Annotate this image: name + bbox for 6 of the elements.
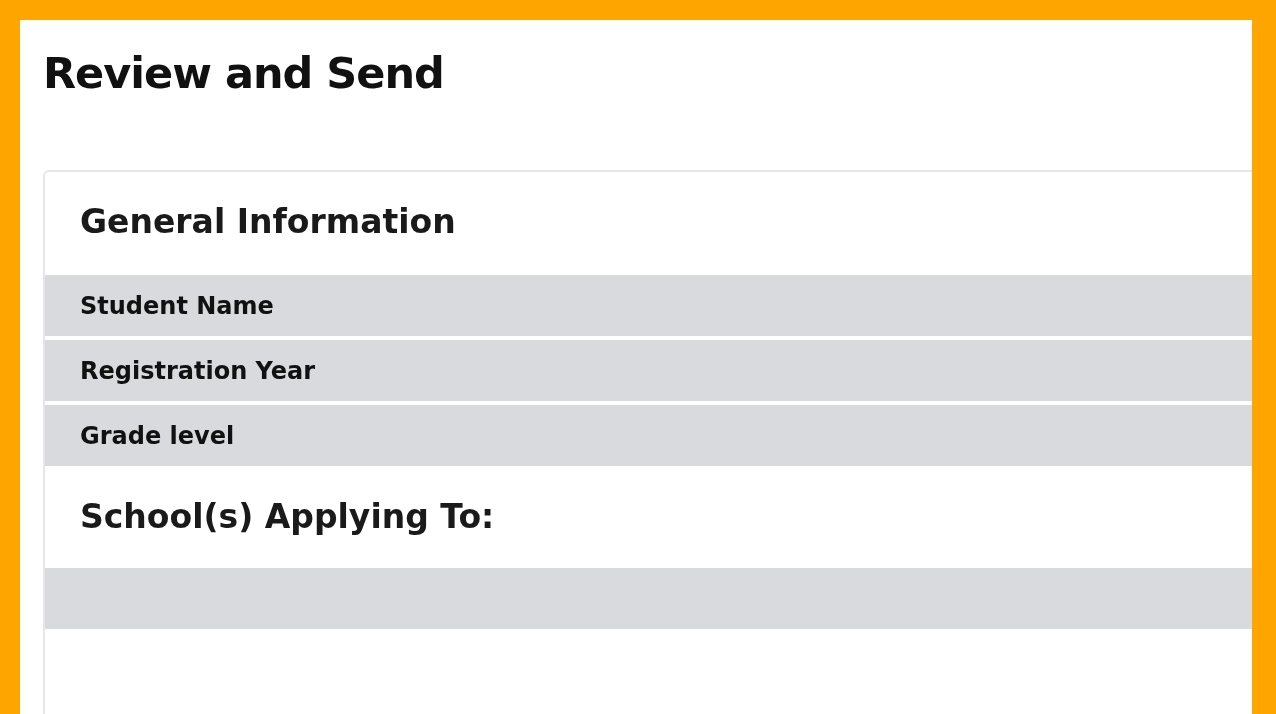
section-heading: School(s) Applying To: (80, 496, 495, 538)
field-row: Student Name (45, 275, 1252, 336)
field-row: Registration Year (45, 340, 1252, 401)
page-title: Review and Send (43, 47, 444, 100)
section-heading: General Information (80, 201, 456, 243)
field-row: Grade level (45, 405, 1252, 466)
